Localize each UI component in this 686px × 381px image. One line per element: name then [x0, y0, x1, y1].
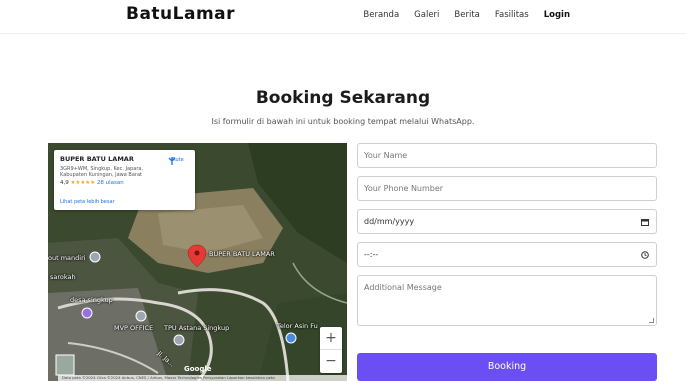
- zoom-control: + −: [320, 327, 342, 373]
- clock-icon[interactable]: [641, 243, 649, 266]
- time-input[interactable]: --:--: [357, 242, 657, 267]
- message-textarea[interactable]: Additional Message: [357, 275, 657, 326]
- page-title: Booking Sekarang: [255, 88, 431, 108]
- map-label-pin: BUPER BATU LAMAR: [209, 250, 275, 258]
- nav-item-fasilitas[interactable]: Fasilitas: [495, 10, 529, 20]
- star-icon: ★★★★★: [70, 180, 96, 186]
- calendar-icon[interactable]: [641, 210, 649, 233]
- booking-button[interactable]: Booking: [357, 353, 657, 381]
- nav-item-galeri[interactable]: Galeri: [414, 10, 439, 20]
- message-placeholder: Additional Message: [364, 283, 442, 292]
- zoom-out-button[interactable]: −: [320, 350, 342, 373]
- name-input[interactable]: Your Name: [357, 143, 657, 168]
- resize-handle-icon[interactable]: [649, 318, 654, 323]
- map-label-sarokah: sarokah: [50, 273, 76, 281]
- phone-input[interactable]: Your Phone Number: [357, 176, 657, 201]
- nav-menu: Beranda Galeri Berita Fasilitas Login: [363, 10, 570, 20]
- directions-icon: [168, 157, 176, 165]
- navbar: BatuLamar Beranda Galeri Berita Fasilita…: [0, 0, 686, 34]
- nav-item-beranda[interactable]: Beranda: [363, 10, 399, 20]
- reviews-link[interactable]: 28 ulasan: [97, 180, 124, 186]
- map-label-telor: Telor Asin Fu: [277, 322, 318, 330]
- place-address: 3GR9+WM, Singkup, Kec. Japara, Kabupaten…: [60, 166, 144, 178]
- nav-item-berita[interactable]: Berita: [454, 10, 479, 20]
- rating-value: 4,9: [60, 180, 69, 186]
- page-subtitle: Isi formulir di bawah ini untuk booking …: [211, 117, 475, 126]
- place-rating: 4,9 ★★★★★ 28 ulasan: [60, 180, 189, 186]
- google-logo: Google: [184, 365, 212, 373]
- place-info-card: BUPER BATU LAMAR 3GR9+WM, Singkup, Kec. …: [54, 150, 195, 210]
- larger-map-link[interactable]: Lihat peta lebih besar: [60, 199, 115, 205]
- zoom-in-button[interactable]: +: [320, 327, 342, 350]
- map-label-tpu: TPU Astana Singkup: [164, 324, 230, 332]
- map-attribution: Data peta ©2024 Citra ©2024 Airbus, CNES…: [58, 375, 347, 381]
- date-input[interactable]: dd/mm/yyyy: [357, 209, 657, 234]
- map-label-desa: desa singkup: [70, 296, 113, 304]
- map-label-mandiri: out mandiri: [48, 254, 86, 262]
- route-button[interactable]: Rute: [167, 156, 189, 165]
- embedded-map[interactable]: BUPER BATU LAMAR 3GR9+WM, Singkup, Kec. …: [48, 143, 347, 381]
- nav-item-login[interactable]: Login: [544, 10, 570, 20]
- time-value: --:--: [364, 250, 379, 259]
- brand-logo[interactable]: BatuLamar: [126, 4, 235, 24]
- date-value: dd/mm/yyyy: [364, 217, 415, 226]
- map-label-mvp: MVP OFFICE: [114, 324, 154, 332]
